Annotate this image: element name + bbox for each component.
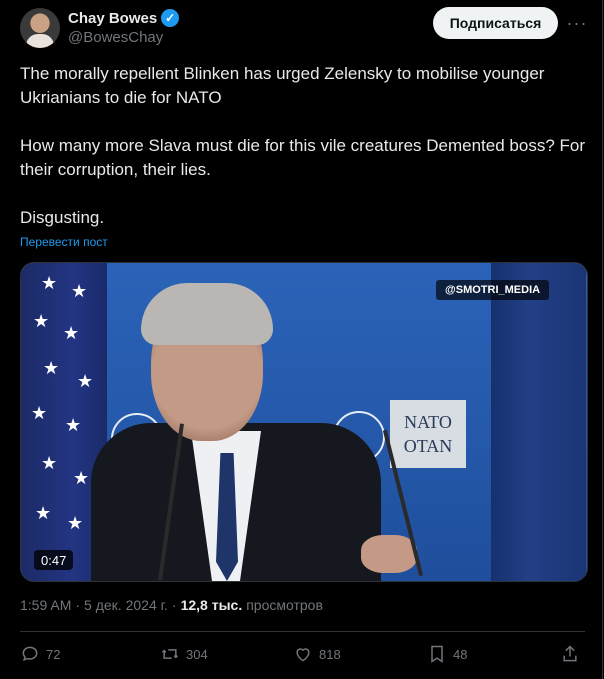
- reply-count: 72: [46, 646, 61, 662]
- share-icon: [563, 645, 577, 662]
- subscribe-button[interactable]: Подписаться: [433, 7, 558, 39]
- bookmark-count: 48: [453, 646, 468, 662]
- repost-count: 304: [186, 646, 208, 662]
- nato-sign: NATO OTAN: [390, 400, 466, 468]
- video-duration: 0:47: [34, 550, 74, 570]
- more-icon[interactable]: ···: [566, 12, 588, 34]
- flag-star: ★: [73, 468, 90, 488]
- author-name[interactable]: Chay Bowes: [68, 10, 157, 27]
- translate-link[interactable]: Перевести пост: [20, 235, 108, 249]
- views-label: просмотров: [246, 597, 323, 613]
- post-text: The morally repellent Blinken has urged …: [20, 62, 585, 254]
- flag-star: ★: [63, 323, 80, 343]
- nato-sign-line-2: OTAN: [403, 436, 453, 456]
- flag-star: ★: [65, 415, 82, 435]
- flag-star: ★: [71, 281, 88, 301]
- repost-icon: [161, 649, 179, 659]
- views-count[interactable]: 12,8 тыс.: [181, 597, 243, 613]
- flag-star: ★: [41, 453, 58, 473]
- share-button[interactable]: [560, 644, 580, 664]
- speaker-hand: [361, 535, 417, 573]
- flag-star: ★: [33, 311, 50, 331]
- meta-separator: ·: [171, 597, 177, 613]
- author-handle[interactable]: @BowesChay: [68, 29, 163, 46]
- author-name-row: Chay Bowes ✓: [68, 9, 180, 27]
- nato-flag: [491, 263, 586, 581]
- meta-separator: ·: [75, 597, 81, 613]
- heart-icon: [296, 648, 310, 662]
- repost-button[interactable]: 304: [160, 644, 208, 664]
- flag-star: ★: [31, 403, 48, 423]
- nato-sign-line-1: NATO: [404, 412, 452, 432]
- flag-star: ★: [77, 371, 94, 391]
- speaker-hair: [141, 283, 273, 345]
- like-button[interactable]: 818: [293, 644, 341, 664]
- verified-badge-icon[interactable]: ✓: [161, 9, 180, 27]
- flag-star: ★: [35, 503, 52, 523]
- like-count: 818: [319, 646, 341, 662]
- video-player[interactable]: ★ ★ ★ ★ ★ ★ ★ ★ ★ ★ ★ ★ NATO OTAN @SMOTR…: [20, 262, 588, 582]
- reply-icon: [22, 646, 38, 662]
- post-line-3: Disgusting.: [20, 208, 105, 227]
- post-line-1: The morally repellent Blinken has urged …: [20, 64, 545, 107]
- flag-star: ★: [41, 273, 58, 293]
- action-bar: 72 304 818 48: [20, 644, 585, 668]
- flag-star: ★: [67, 513, 84, 533]
- post-line-2: How many more Slava must die for this vi…: [20, 136, 586, 179]
- flag-star: ★: [43, 358, 60, 378]
- divider: [20, 631, 585, 632]
- reply-button[interactable]: 72: [20, 644, 60, 664]
- watermark-badge: @SMOTRI_MEDIA: [436, 280, 550, 300]
- bookmark-button[interactable]: 48: [427, 644, 467, 664]
- avatar[interactable]: [20, 8, 60, 48]
- post-time[interactable]: 1:59 AM: [20, 597, 71, 613]
- post-meta: 1:59 AM · 5 дек. 2024 г. · 12,8 тыс. про…: [20, 597, 323, 613]
- post-date[interactable]: 5 дек. 2024 г.: [84, 597, 168, 613]
- tweet-card: Chay Bowes ✓ @BowesChay Подписаться ··· …: [0, 0, 603, 679]
- bookmark-icon: [431, 645, 443, 663]
